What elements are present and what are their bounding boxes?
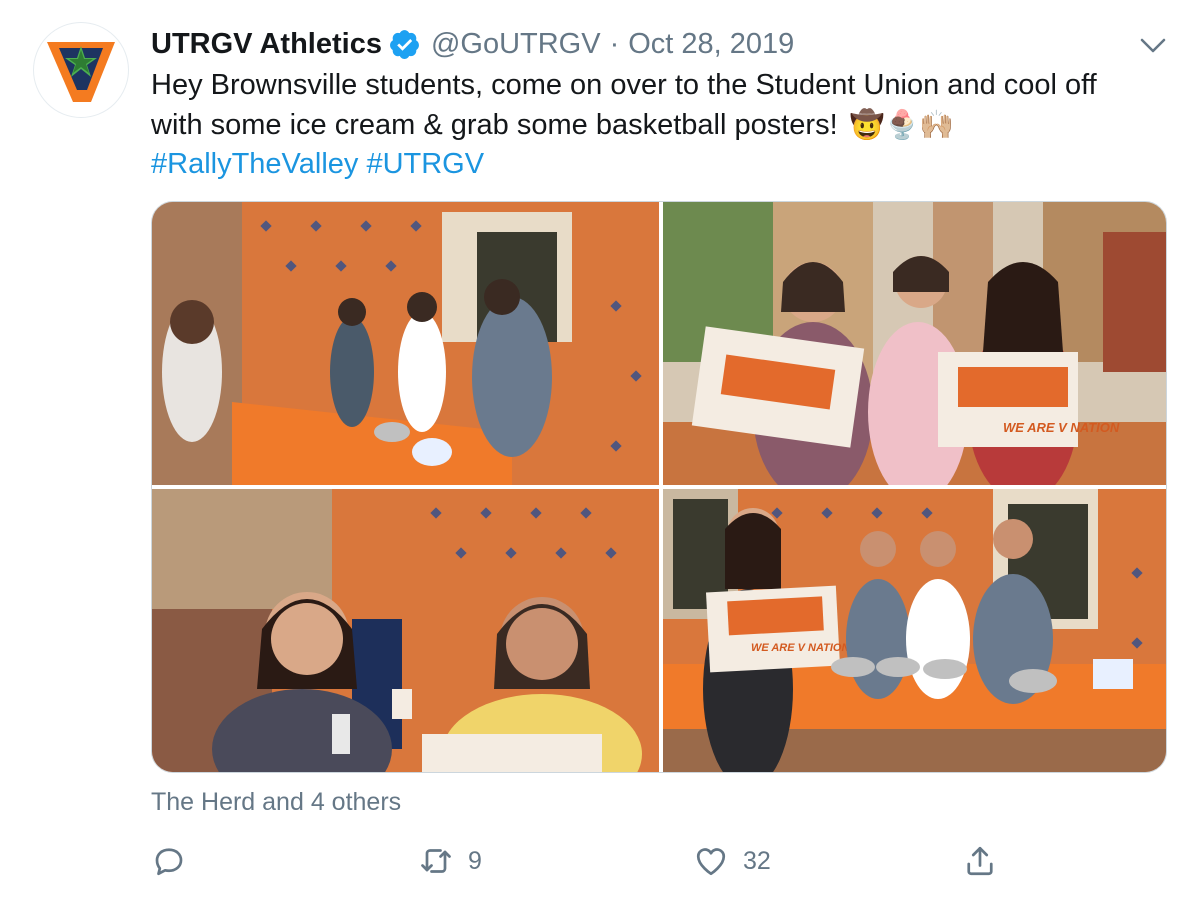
tweet-text-line-2: with some ice cream & grab some basketba… (151, 105, 1181, 145)
media-photo-2[interactable]: WE ARE V NATION (663, 202, 1166, 485)
share-icon (967, 846, 993, 876)
poster-text-bottom: WE ARE V NATION (751, 642, 850, 654)
photo-ice-cream-table-icon (152, 202, 659, 485)
media-photo-3[interactable] (152, 489, 659, 772)
tweet-text: Hey Brownsville students, come on over t… (151, 66, 1181, 184)
tweet-text-line-1: Hey Brownsville students, come on over t… (151, 69, 1097, 101)
share-button[interactable] (962, 840, 1012, 882)
retweet-button[interactable]: 9 (418, 840, 482, 882)
media-photo-4[interactable]: WE ARE V NATION (663, 489, 1166, 772)
poster-text-right: WE ARE V NATION (1003, 420, 1120, 435)
chevron-down-icon[interactable] (1136, 30, 1170, 60)
heart-icon (696, 848, 726, 876)
author-avatar[interactable] (33, 22, 129, 118)
retweet-icon (421, 849, 451, 873)
photo-staff-at-ice-cream-table-icon: WE ARE V NATION (663, 489, 1166, 772)
emoji-cowboy-icecream-raised-hands-icon: 🤠🍨🙌🏼 (849, 109, 955, 140)
photo-two-students-selfie-icon (152, 489, 659, 772)
reply-button[interactable] (151, 840, 201, 882)
hashtag-rallythevalley[interactable]: #RallyTheValley (151, 148, 358, 180)
media-grid: WE ARE V NATION WE ARE V NATION (151, 201, 1167, 773)
tweet-date[interactable]: Oct 28, 2019 (628, 28, 794, 61)
photo-students-holding-posters-icon: WE ARE V NATION (663, 202, 1166, 485)
utrgv-v-logo-icon (47, 42, 115, 102)
tweet-text-line-2-content: with some ice cream & grab some basketba… (151, 109, 838, 141)
author-display-name[interactable]: UTRGV Athletics (151, 28, 382, 61)
media-photo-1[interactable] (152, 202, 659, 485)
tweet-hashtags: #RallyTheValley #UTRGV (151, 145, 1181, 184)
like-count: 32 (743, 846, 771, 875)
retweet-count: 9 (468, 846, 482, 875)
reply-icon (155, 848, 183, 876)
like-button[interactable]: 32 (693, 840, 771, 882)
tweet-card[interactable]: UTRGV Athletics @GoUTRGV · Oct 28, 2019 … (0, 0, 1200, 900)
date-separator: · (609, 27, 620, 60)
liked-by-text[interactable]: The Herd and 4 others (151, 788, 401, 817)
verified-badge-icon (390, 29, 419, 59)
tweet-header: UTRGV Athletics @GoUTRGV · Oct 28, 2019 (151, 26, 794, 62)
author-handle[interactable]: @GoUTRGV (431, 28, 601, 61)
hashtag-utrgv[interactable]: #UTRGV (366, 148, 484, 180)
